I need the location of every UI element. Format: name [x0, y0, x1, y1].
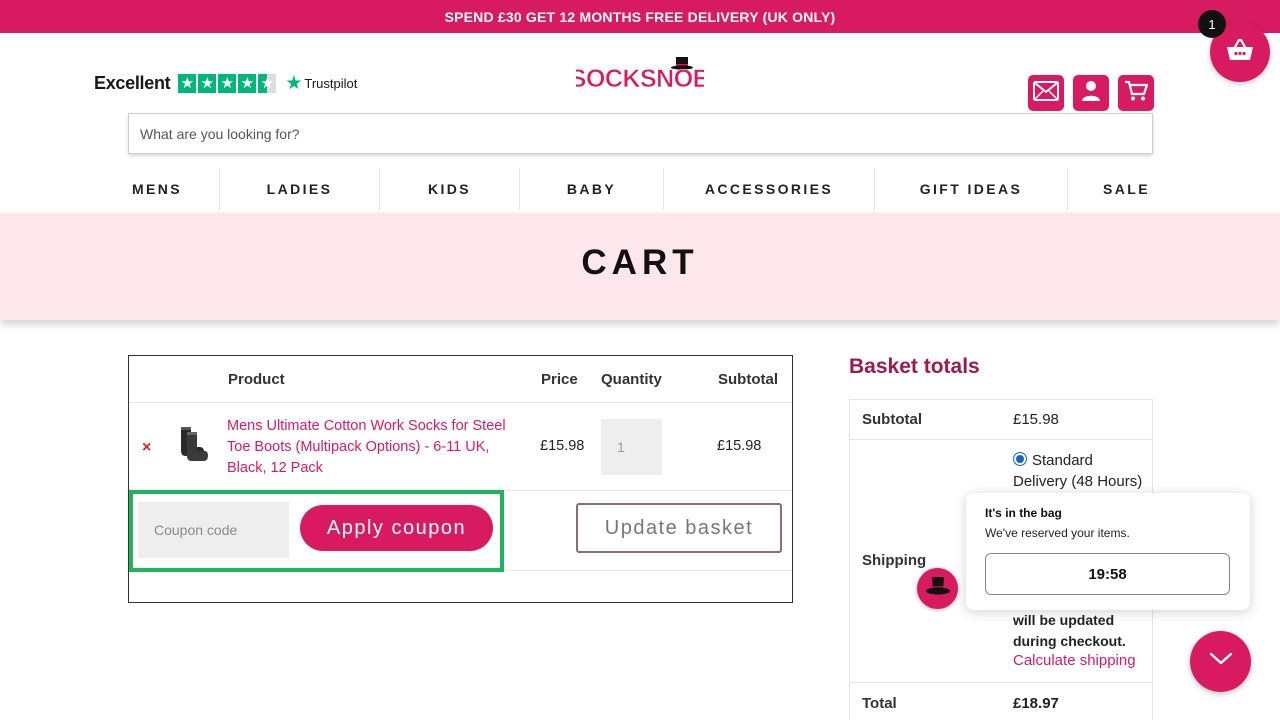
apply-coupon-button[interactable]: Apply coupon — [300, 505, 493, 551]
star-icon: ★ — [218, 73, 237, 93]
nav-item-kids[interactable]: KIDS — [379, 168, 519, 210]
cart-table-header: Product Price Quantity Subtotal — [129, 356, 792, 403]
star-icon: ★ — [198, 73, 217, 93]
update-basket-button[interactable]: Update basket — [576, 503, 782, 553]
totals-row-subtotal: Subtotal £15.98 — [850, 400, 1152, 440]
main-nav: MENS LADIES KIDS BABY ACCESSORIES GIFT I… — [95, 168, 1185, 210]
total-label: Total — [862, 695, 897, 712]
nav-item-accessories[interactable]: ACCESSORIES — [663, 168, 874, 210]
table-row: × Mens Ultimate Cotton Work Socks for St… — [129, 403, 792, 491]
trustpilot-star-icon: ★ — [285, 72, 303, 94]
star-icon: ★ — [238, 73, 257, 93]
popup-subtitle: We've reserved your items. — [985, 526, 1130, 540]
envelope-icon — [1033, 80, 1059, 106]
subtotal-label: Subtotal — [862, 411, 922, 428]
star-icon: ★ — [178, 73, 197, 93]
nav-item-mens[interactable]: MENS — [95, 168, 219, 210]
cart-table: Product Price Quantity Subtotal × Mens U… — [128, 355, 793, 603]
top-hat-icon — [925, 575, 951, 602]
trustpilot-logo: ★ Trustpilot — [285, 74, 357, 93]
shipping-label: Shipping — [862, 552, 927, 569]
product-thumbnail[interactable] — [178, 425, 208, 463]
cart-button[interactable] — [1118, 75, 1154, 111]
coupon-code-input[interactable] — [138, 502, 289, 558]
account-button[interactable] — [1073, 75, 1109, 111]
chevron-down-icon — [1209, 652, 1233, 671]
product-subtotal: £15.98 — [717, 438, 762, 454]
reserved-items-popup: It's in the bag We've reserved your item… — [966, 493, 1250, 610]
nav-item-baby[interactable]: BABY — [519, 168, 663, 210]
column-header-price: Price — [541, 371, 578, 388]
shipping-note: will be updated during checkout. — [1013, 612, 1126, 649]
logo-text: SOCKSNOB — [576, 65, 704, 91]
quantity-input[interactable] — [601, 419, 662, 475]
nav-item-sale[interactable]: SALE — [1067, 168, 1185, 210]
totals-row-total: Total £18.97 — [850, 683, 1152, 720]
promo-text: SPEND £30 GET 12 MONTHS FREE DELIVERY (U… — [444, 8, 836, 25]
total-value: £18.97 — [1013, 695, 1059, 712]
nav-item-ladies[interactable]: LADIES — [219, 168, 379, 210]
chat-toggle-button[interactable] — [1190, 631, 1251, 692]
trustpilot-stars: ★ ★ ★ ★ ★ — [178, 73, 277, 93]
search-input[interactable] — [128, 113, 1153, 154]
page-title: CART — [581, 243, 699, 282]
trustpilot-brand: Trustpilot — [304, 75, 358, 91]
nav-item-gift-ideas[interactable]: GIFT IDEAS — [874, 168, 1067, 210]
column-header-product: Product — [228, 371, 285, 388]
user-icon — [1081, 80, 1101, 107]
column-header-subtotal: Subtotal — [718, 371, 778, 388]
half-star-icon: ★ — [258, 73, 277, 93]
header-actions — [1028, 75, 1154, 111]
standard-delivery-label[interactable]: Standard Delivery (48 Hours) — [1013, 450, 1148, 492]
contact-button[interactable] — [1028, 75, 1064, 111]
basket-icon — [1226, 38, 1254, 67]
cart-icon — [1124, 80, 1149, 107]
calculate-shipping-link[interactable]: Calculate shipping — [1013, 652, 1136, 669]
top-hat-badge[interactable] — [917, 568, 958, 609]
column-header-quantity: Quantity — [601, 371, 662, 388]
trustpilot-widget[interactable]: Excellent ★ ★ ★ ★ ★ ★ Trustpilot — [94, 71, 357, 95]
popup-title: It's in the bag — [985, 506, 1062, 520]
product-price: £15.98 — [540, 438, 585, 454]
subtotal-value: £15.98 — [1013, 411, 1059, 428]
basket-count-badge: 1 — [1198, 10, 1226, 38]
product-name-link[interactable]: Mens Ultimate Cotton Work Socks for Stee… — [227, 416, 525, 479]
promo-bar: SPEND £30 GET 12 MONTHS FREE DELIVERY (U… — [0, 0, 1280, 33]
page-hero: CART — [0, 213, 1280, 320]
site-logo[interactable]: SOCKSNOB — [569, 57, 711, 93]
basket-totals-title: Basket totals — [849, 355, 980, 378]
trustpilot-rating-word: Excellent — [94, 72, 171, 93]
reservation-timer: 19:58 — [985, 553, 1230, 595]
remove-item-button[interactable]: × — [142, 439, 151, 457]
